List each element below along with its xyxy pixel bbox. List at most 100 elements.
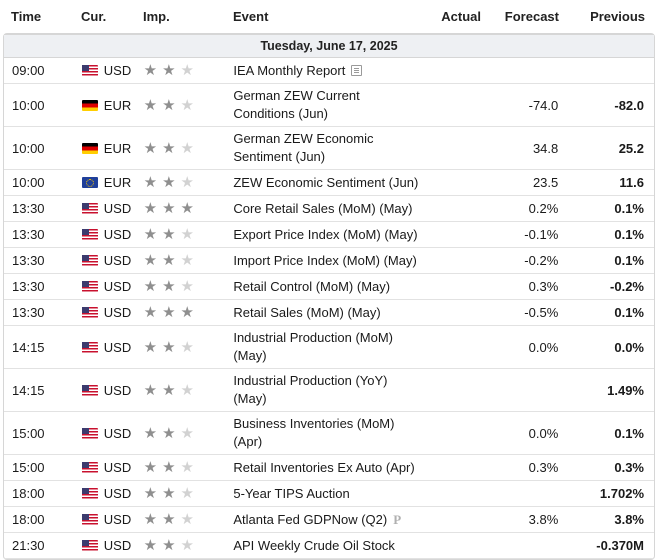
event-name-link[interactable]: Atlanta Fed GDPNow (Q2) — [233, 512, 387, 527]
event-name-cell: Retail Inventories Ex Auto (Apr) — [223, 459, 420, 477]
importance-star-icon: ★ — [143, 174, 158, 191]
table-row[interactable]: 18:00 USD ★ ★ ★ 5-Year TIPS Auction 1.702% — [4, 481, 654, 507]
previous-value: 0.1% — [614, 305, 644, 320]
currency-code: USD — [103, 305, 132, 320]
importance-star-icon: ★ — [162, 381, 176, 399]
table-row[interactable]: 10:00 EUR ★ ★ ★ German ZEW Current Conditions… — [4, 84, 654, 127]
importance-star-icon: ★ — [162, 304, 176, 321]
table-row[interactable]: 14:15 USD ★ ★ ★ Industrial Production (YoY) (… — [4, 369, 654, 412]
currency-code: USD — [103, 460, 132, 475]
header-forecast[interactable]: Forecast — [491, 9, 569, 24]
event-time: 13:30 — [12, 201, 45, 216]
header-currency[interactable]: Cur. — [73, 9, 135, 24]
event-name-cell: Export Price Index (MoM) (May) — [223, 226, 420, 244]
us-flag-icon — [81, 462, 98, 473]
germany-flag-icon — [81, 142, 98, 154]
importance-stars: ★ ★ ★ — [136, 98, 224, 113]
event-name-link[interactable]: ZEW Economic Sentiment (Jun) — [233, 175, 418, 190]
previous-value: -0.2% — [610, 279, 644, 294]
event-name-link[interactable]: 5-Year TIPS Auction — [233, 486, 349, 501]
event-time: 15:00 — [12, 460, 45, 475]
table-row[interactable]: 21:30 USD ★ ★ ★ API Weekly Crude Oil Stock -0.… — [4, 533, 654, 559]
document-icon[interactable] — [351, 64, 363, 76]
event-name-link[interactable]: German ZEW Current Conditions (Jun) — [233, 88, 359, 121]
currency-code: USD — [103, 512, 132, 527]
event-name-link[interactable]: API Weekly Crude Oil Stock — [233, 538, 395, 553]
header-previous[interactable]: Previous — [569, 9, 655, 24]
previous-value: 0.1% — [614, 201, 644, 216]
currency-code: USD — [103, 382, 132, 398]
importance-stars: ★ ★ ★ — [136, 538, 224, 553]
event-name-link[interactable]: Retail Control (MoM) (May) — [233, 279, 390, 294]
event-name-link[interactable]: IEA Monthly Report — [233, 63, 345, 78]
importance-star-icon: ★ — [143, 62, 158, 79]
us-flag-icon — [81, 229, 98, 240]
event-name-link[interactable]: Industrial Production (YoY) (May) — [233, 373, 387, 406]
table-row[interactable]: 13:30 USD ★ ★ ★ Export Price Index (MoM) (May… — [4, 222, 654, 248]
table-row[interactable]: 13:30 USD ★ ★ ★ Retail Sales (MoM) (May) -0.5%… — [4, 300, 654, 326]
currency-cell: USD — [74, 538, 136, 553]
importance-star-icon: ★ — [162, 424, 176, 442]
currency-code: USD — [103, 538, 132, 553]
previous-value: 1.49% — [607, 382, 644, 398]
importance-star-icon: ★ — [143, 252, 158, 269]
table-row[interactable]: 13:30 USD ★ ★ ★ Retail Control (MoM) (May) 0.3… — [4, 274, 654, 300]
table-row[interactable]: 10:00 EUR ★ ★ ★ ZEW Economic Sentiment (Jun) 2… — [4, 170, 654, 196]
forecast-value: 0.2% — [528, 201, 559, 216]
event-name-link[interactable]: Core Retail Sales (MoM) (May) — [233, 201, 412, 216]
importance-star-icon: ★ — [162, 174, 176, 191]
header-time[interactable]: Time — [3, 9, 73, 24]
currency-cell: USD — [74, 63, 136, 78]
table-row[interactable]: 15:00 USD ★ ★ ★ Retail Inventories Ex Auto (A… — [4, 455, 654, 481]
economic-calendar: Time Cur. Imp. Event Actual Forecast Pre… — [3, 0, 655, 560]
header-event[interactable]: Event — [223, 8, 421, 26]
currency-cell: USD — [74, 460, 136, 475]
importance-stars: ★ ★ ★ — [136, 305, 224, 320]
table-row[interactable]: 09:00 USD ★ ★ ★ IEA Monthly Report — [4, 58, 654, 84]
event-time: 10:00 — [12, 97, 45, 113]
table-row[interactable]: 13:30 USD ★ ★ ★ Core Retail Sales (MoM) (May)… — [4, 196, 654, 222]
header-actual[interactable]: Actual — [421, 9, 491, 24]
table-row[interactable]: 14:15 USD ★ ★ ★ Industrial Production (MoM) (… — [4, 326, 654, 369]
previous-value: 0.3% — [614, 460, 644, 475]
previous-value: 0.0% — [614, 339, 644, 355]
event-time: 13:30 — [12, 305, 45, 320]
forecast-value: 3.8% — [528, 512, 559, 527]
currency-cell: USD — [74, 253, 136, 268]
event-name-link[interactable]: German ZEW Economic Sentiment (Jun) — [233, 131, 373, 164]
event-name-cell: ZEW Economic Sentiment (Jun) — [223, 174, 420, 192]
currency-code: EUR — [103, 175, 132, 190]
event-name-link[interactable]: Retail Inventories Ex Auto (Apr) — [233, 460, 414, 475]
table-row[interactable]: 18:00 USD ★ ★ ★ Atlanta Fed GDPNow (Q2) P 3.8% 3… — [4, 507, 654, 533]
day-label: Tuesday, June 17, 2025 — [4, 34, 654, 58]
importance-stars: ★ ★ ★ — [136, 279, 224, 294]
importance-star-icon: ★ — [143, 381, 158, 399]
event-name-link[interactable]: Retail Sales (MoM) (May) — [233, 305, 380, 320]
event-name-cell: API Weekly Crude Oil Stock — [223, 537, 420, 555]
event-name-link[interactable]: Import Price Index (MoM) (May) — [233, 253, 416, 268]
importance-star-icon: ★ — [162, 62, 176, 79]
event-time: 13:30 — [12, 227, 45, 242]
forecast-value: 34.8 — [532, 140, 559, 156]
event-name-link[interactable]: Business Inventories (MoM) (Apr) — [233, 416, 394, 449]
eu-flag-icon — [81, 177, 98, 188]
importance-star-icon: ★ — [180, 200, 194, 217]
event-name-link[interactable]: Industrial Production (MoM) (May) — [233, 330, 393, 363]
importance-star-icon: ★ — [180, 96, 194, 114]
table-row[interactable]: 10:00 EUR ★ ★ ★ German ZEW Economic Sentiment… — [4, 127, 654, 170]
importance-star-icon: ★ — [180, 338, 194, 356]
table-row[interactable]: 13:30 USD ★ ★ ★ Import Price Index (MoM) (May… — [4, 248, 654, 274]
event-time: 13:30 — [12, 279, 45, 294]
header-importance[interactable]: Imp. — [135, 9, 223, 24]
preliminary-icon: P — [393, 511, 402, 527]
previous-value: 3.8% — [614, 512, 644, 527]
currency-code: USD — [103, 227, 132, 242]
event-name-link[interactable]: Export Price Index (MoM) (May) — [233, 227, 417, 242]
event-rows: 09:00 USD ★ ★ ★ IEA Monthly Report 10:00 EUR ★ ★ ★… — [4, 58, 654, 559]
importance-star-icon: ★ — [180, 174, 194, 191]
table-row[interactable]: 15:00 USD ★ ★ ★ Business Inventories (MoM) (A… — [4, 412, 654, 455]
event-name-cell: Business Inventories (MoM) (Apr) — [223, 415, 420, 451]
importance-star-icon: ★ — [180, 139, 194, 157]
importance-star-icon: ★ — [180, 485, 194, 502]
importance-star-icon: ★ — [143, 304, 158, 321]
